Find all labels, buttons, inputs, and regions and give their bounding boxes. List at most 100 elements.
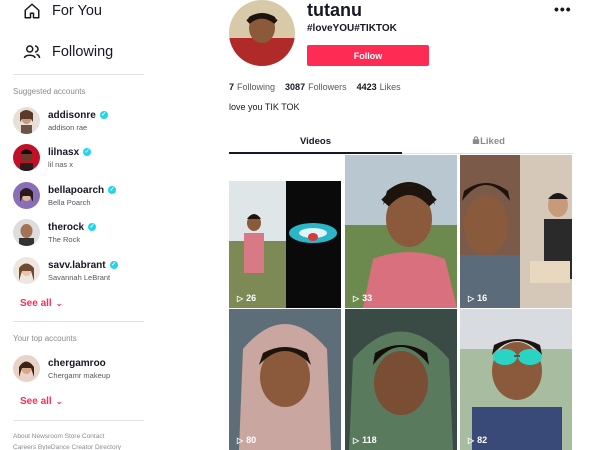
top-accounts-title: Your top accounts [13,334,77,343]
avatar [13,144,40,171]
followers-label: Followers [308,82,347,92]
play-icon: ▷ [468,293,475,303]
video-thumbnail [229,181,341,308]
see-all-top-button[interactable]: See all ⌄ [20,396,62,407]
video-tile[interactable]: ▷ 33 [345,155,457,308]
users-icon [22,42,42,62]
video-thumbnail [460,155,572,308]
suggested-account-bellapoarch[interactable]: bellapoarch ✓ Bella Poarch [13,182,117,209]
follow-button[interactable]: Follow [307,45,429,66]
video-tile[interactable]: ▷ 118 [345,309,457,450]
account-name: Savannah LeBrant [48,272,111,282]
view-count: ▷ 80 [237,435,256,445]
sidebar-divider [13,74,144,75]
tiktok-profile-page: For You Following Suggested accounts add… [0,0,600,450]
play-icon: ▷ [468,435,475,445]
video-tile[interactable]: ▷ 82 [460,309,572,450]
following-count: 7 [229,82,235,92]
sidebar-divider [13,420,144,421]
likes-stat: 4423 Likes [357,82,401,92]
account-name: addison rae [48,122,88,132]
avatar [13,107,40,134]
home-icon [22,1,42,21]
account-username: chergamroo [48,357,106,369]
nav-following-label: Following [52,44,114,60]
suggested-account-lilnasx[interactable]: lilnasx ✓ lil nas x [13,144,92,171]
profile-stats: 7 Following 3087 Followers 4423 Likes [229,82,411,92]
verified-badge-icon: ✓ [83,148,92,156]
account-username: addisonre [48,109,96,121]
view-count: ▷ 118 [353,435,377,445]
suggested-accounts-title: Suggested accounts [13,87,86,96]
avatar [13,355,40,382]
view-count: ▷ 33 [353,293,372,303]
sidebar: For You Following Suggested accounts add… [0,0,160,450]
suggested-account-savv-labrant[interactable]: savv.labrant ✓ Savannah LeBrant [13,257,118,284]
lock-icon [472,136,480,147]
account-name: Chergamr makeup [48,370,111,380]
following-stat[interactable]: 7 Following [229,82,275,92]
account-name: Bella Poarch [48,197,91,207]
video-thumbnail [229,309,341,450]
tab-videos[interactable]: Videos [229,136,402,147]
followers-stat[interactable]: 3087 Followers [285,82,347,92]
suggested-account-addisonre[interactable]: addisonre ✓ addison rae [13,107,108,134]
account-username: savv.labrant [48,259,106,271]
video-tile[interactable]: ▷ 80 [229,309,341,450]
suggested-account-therock[interactable]: therock ✓ The Rock [13,219,97,246]
nav-for-you[interactable]: For You [22,1,102,21]
likes-label: Likes [379,82,401,92]
nav-following[interactable]: Following [22,42,113,62]
account-username: bellapoarch [48,184,105,196]
nav-for-you-label: For You [52,3,102,19]
profile-username: tutanu [307,0,362,20]
footer-line[interactable]: About Newsroom Store Contact [13,431,153,442]
footer-line[interactable]: Careers ByteDance Creator Directory [13,442,153,450]
profile-bio: love you TIK TOK [229,102,300,112]
tab-liked[interactable]: Liked [402,136,575,147]
footer-links[interactable]: About Newsroom Store Contact Careers Byt… [13,431,153,450]
top-account-chergamroo[interactable]: chergamroo Chergamr makeup [13,355,110,382]
verified-badge-icon: ✓ [88,223,97,231]
account-name: lil nas x [48,159,74,169]
profile-avatar [229,0,295,66]
video-tile[interactable]: ▷ 16 [460,155,572,308]
view-count-value: 82 [477,435,488,445]
view-count-value: 16 [477,293,488,303]
play-icon: ▷ [237,435,244,445]
video-thumbnail [345,309,457,450]
likes-count: 4423 [356,82,377,92]
account-name: The Rock [48,234,81,244]
more-options-icon[interactable]: ••• [554,1,572,17]
view-count-value: 33 [362,293,373,303]
video-tile[interactable]: ▷ 26 [229,181,341,308]
active-tab-indicator [229,152,402,154]
sidebar-divider [13,321,144,322]
video-thumbnail [460,309,572,450]
account-username: therock [48,221,85,233]
verified-badge-icon: ✓ [109,261,118,269]
view-count-value: 80 [246,435,257,445]
see-all-label: See all [20,396,52,407]
verified-badge-icon: ✓ [108,186,117,194]
avatar [13,219,40,246]
account-username: lilnasx [48,146,80,158]
profile-nickname: #loveYOU#TIKTOK [307,23,397,34]
play-icon: ▷ [353,435,360,445]
tab-liked-label: Liked [480,136,505,147]
avatar [13,182,40,209]
see-all-suggested-button[interactable]: See all ⌄ [20,298,62,309]
play-icon: ▷ [237,293,244,303]
view-count: ▷ 26 [237,293,256,303]
chevron-down-icon: ⌄ [55,299,63,308]
see-all-label: See all [20,298,52,309]
following-label: Following [237,82,276,92]
view-count: ▷ 82 [468,435,487,445]
play-icon: ▷ [353,293,360,303]
view-count-value: 26 [246,293,257,303]
avatar [13,257,40,284]
view-count-value: 118 [362,435,377,445]
view-count: ▷ 16 [468,293,487,303]
chevron-down-icon: ⌄ [55,397,63,406]
video-thumbnail [345,155,457,308]
